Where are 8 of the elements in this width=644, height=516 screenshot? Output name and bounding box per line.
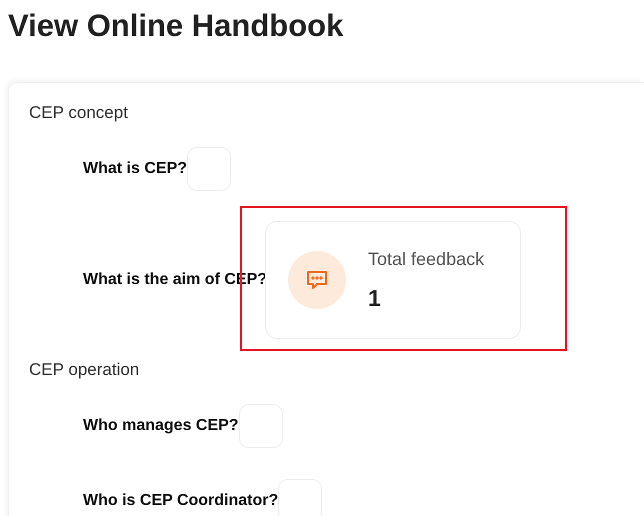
- question-text: Who manages CEP?: [83, 416, 239, 436]
- stat-label: Total feedback: [368, 248, 484, 271]
- question-text: What is CEP?: [83, 159, 188, 179]
- question-text: Who is CEP Coordinator?: [83, 491, 278, 511]
- stat-value: 1: [368, 284, 382, 313]
- section-label: CEP operation: [29, 359, 140, 381]
- page-title: View Online Handbook: [8, 7, 344, 45]
- section-label: CEP concept: [29, 102, 129, 124]
